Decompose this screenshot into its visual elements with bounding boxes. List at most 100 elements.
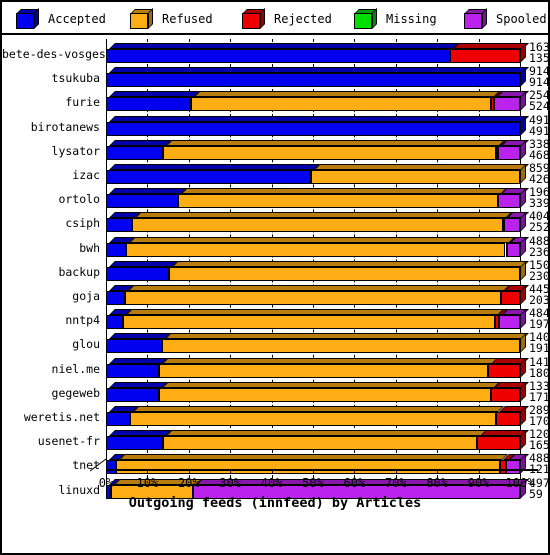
- bar-segment-spooled: [507, 242, 520, 257]
- bar-segment-rejected: [491, 387, 520, 402]
- bar-row: goja 4451203: [2, 283, 550, 308]
- x-tick: [313, 469, 314, 474]
- cube-icon: [16, 8, 42, 29]
- bar-segment-accepted: [106, 315, 123, 330]
- bar-value-label: 859 426: [529, 162, 548, 185]
- y-axis-label: gegeweb: [51, 385, 100, 400]
- bar-secondary-value: 339: [529, 196, 550, 211]
- bar-secondary-value: 165: [529, 438, 550, 453]
- legend-item-missing: Missing: [354, 7, 437, 31]
- y-axis-label: bwh: [79, 240, 100, 255]
- bar-value-label: 914 914: [529, 65, 550, 90]
- bar-segment-rejected: [501, 291, 520, 305]
- bar-secondary-value: 1355: [529, 51, 550, 65]
- cube-icon: [242, 8, 268, 29]
- bar-segment-accepted: [106, 412, 131, 426]
- bar-side-face: [520, 309, 526, 330]
- y-axis-label: birotanews: [30, 119, 100, 134]
- chart-window: Accepted Refused Rejected Missing Spooled be…: [0, 0, 550, 555]
- bar-secondary-value: 252: [529, 220, 550, 235]
- bar-value-label: 1502230: [529, 259, 550, 283]
- legend-label: Rejected: [274, 12, 332, 26]
- x-tick-label: 0%: [98, 476, 114, 490]
- bar-value-label: 16301355: [529, 41, 550, 65]
- bar-segment-refused: [158, 363, 489, 378]
- bar-segment-accepted: [106, 97, 192, 112]
- bar-segment-refused: [162, 339, 520, 354]
- y-axis-label: glou: [72, 337, 100, 352]
- chart-legend: Accepted Refused Rejected Missing Spooled: [2, 2, 548, 35]
- bar-value-label: 1206165: [529, 428, 550, 453]
- cube-icon: [130, 8, 156, 29]
- bar-segment-accepted: [106, 266, 170, 281]
- x-tick: [188, 469, 190, 474]
- legend-label: Accepted: [48, 12, 106, 26]
- bar-value-label: 1331171: [529, 380, 548, 403]
- y-axis-label: csiph: [65, 216, 100, 231]
- y-axis-label: furie: [65, 95, 100, 110]
- y-axis-label: usenet-fr: [37, 434, 100, 449]
- bar-segment-refused: [125, 291, 502, 305]
- bar-segment-accepted: [106, 194, 178, 209]
- bar-value-label: 2893170: [529, 404, 548, 427]
- bar-segment-refused: [131, 218, 503, 233]
- y-axis-label: bete-des-vosges: [2, 47, 106, 61]
- bar-side-face: [520, 91, 526, 112]
- legend-label: Spooled: [496, 12, 547, 26]
- bar-segment-accepted: [106, 218, 132, 233]
- bar-segment-rejected: [477, 436, 520, 451]
- x-tick-label: 30%: [219, 476, 242, 490]
- bar-segment-accepted: [106, 387, 159, 402]
- x-tick-label: 70%: [384, 476, 407, 490]
- legend-label: Refused: [162, 12, 213, 26]
- bar-segment-refused: [191, 97, 492, 112]
- x-tick-label: 40%: [260, 476, 283, 490]
- bar-secondary-value: 914: [529, 75, 550, 90]
- x-tick: [520, 469, 521, 474]
- bar-row: weretis.net 2893170: [2, 404, 548, 429]
- bar-secondary-value: 491: [529, 123, 550, 138]
- bar-segment-accepted: [106, 49, 451, 63]
- x-tick: [230, 469, 232, 474]
- bar-value-label: 1960339: [529, 186, 550, 211]
- bar-segment-refused: [162, 436, 478, 451]
- bar-value-label: 4451203: [529, 283, 550, 307]
- bar-segment-spooled: [494, 97, 520, 112]
- legend-item-accepted: Accepted: [16, 7, 106, 31]
- bar-value-label: 1402191: [529, 332, 548, 355]
- bar-value-label: 4042252: [529, 211, 550, 235]
- y-axis-label: goja: [72, 289, 100, 303]
- bar-side-face: [520, 67, 526, 88]
- bar-segment-accepted: [106, 145, 164, 160]
- bar-segment-refused: [122, 315, 496, 330]
- bar-segment-refused: [130, 412, 496, 426]
- bar-segment-refused: [125, 242, 506, 257]
- bar-segment-accepted: [106, 291, 126, 305]
- cube-icon: [354, 8, 380, 29]
- bar-segment-spooled: [503, 218, 520, 233]
- bar-row: nntp4 4841197: [2, 307, 550, 332]
- x-tick-label: 10%: [136, 476, 159, 490]
- bar-segment-accepted: [106, 73, 520, 88]
- bar-value-label: 4886236: [529, 235, 548, 258]
- bar-segment-spooled: [498, 315, 520, 330]
- bar-row: bete-des-vosges 16301355: [2, 41, 550, 66]
- bar-segment-accepted: [106, 121, 520, 136]
- bar-segment-rejected: [495, 412, 520, 426]
- bar-secondary-value: 230: [529, 268, 550, 283]
- bar-row: furie 2547524: [2, 90, 550, 114]
- bar-segment-refused: [311, 170, 520, 184]
- x-tick-label: 50%: [302, 476, 324, 490]
- bar-value-label: 4841197: [529, 307, 550, 332]
- bar-segment-refused: [158, 387, 491, 402]
- y-axis-label: ortolo: [58, 192, 100, 207]
- bar-secondary-value: 203: [529, 293, 550, 307]
- bar-segment-accepted: [106, 436, 163, 451]
- bar-secondary-value: 197: [529, 317, 550, 332]
- x-tick-label: 90%: [467, 476, 490, 490]
- x-tick: [437, 469, 439, 474]
- bar-side-face: [520, 212, 526, 233]
- bar-secondary-value: 524: [529, 99, 550, 114]
- y-axis-label: nntp4: [65, 313, 100, 328]
- legend-item-spooled: Spooled: [464, 7, 547, 31]
